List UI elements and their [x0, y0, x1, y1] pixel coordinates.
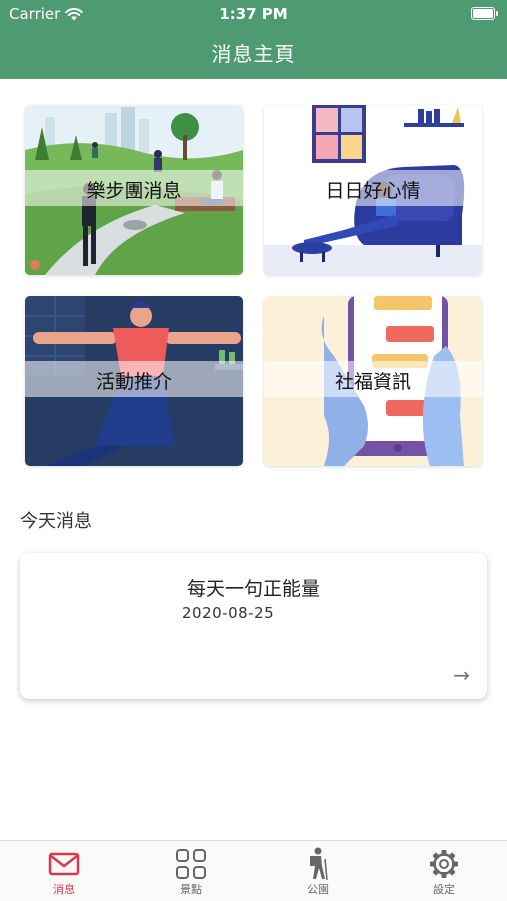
battery-icon — [471, 7, 498, 20]
news-date: 2020-08-25 — [182, 604, 275, 622]
tab-attractions[interactable]: 景點 — [151, 847, 231, 897]
card-social-welfare-info[interactable]: 社福資訊 — [264, 296, 482, 466]
status-time: 1:37 PM — [219, 5, 288, 23]
card-label: 社福資訊 — [334, 371, 411, 393]
card-label: 活動推介 — [95, 371, 172, 393]
arrow-right-icon[interactable]: → — [453, 663, 470, 687]
page-title: 消息主頁 — [211, 42, 296, 66]
mail-icon — [48, 852, 80, 876]
tab-messages[interactable]: 消息 — [24, 847, 104, 897]
card-walking-group-news[interactable]: 樂步團消息 — [25, 105, 243, 275]
status-bar: Carrier 1:37 PM — [0, 0, 507, 28]
tab-label: 景點 — [180, 883, 202, 896]
app-header: Carrier 1:37 PM 消息主頁 — [0, 0, 507, 79]
tab-parks[interactable]: 公園 — [278, 847, 358, 897]
news-title: 每天一句正能量 — [186, 578, 320, 600]
section-title-today: 今天消息 — [20, 511, 92, 532]
card-daily-mood[interactable]: 日日好心情 — [264, 105, 482, 275]
card-activity-recommendations[interactable]: 活動推介 — [25, 296, 243, 466]
card-label: 日日好心情 — [325, 180, 421, 202]
card-label: 樂步團消息 — [86, 180, 182, 202]
hiker-icon — [310, 847, 328, 881]
tab-label: 消息 — [53, 883, 75, 896]
gear-icon — [430, 850, 458, 878]
grid-icon — [176, 849, 206, 879]
tab-settings[interactable]: 設定 — [404, 847, 484, 897]
tab-bar: 消息 景點 公園 設定 — [0, 840, 507, 901]
tab-label: 公園 — [307, 883, 329, 896]
tab-label: 設定 — [433, 883, 455, 896]
news-card[interactable]: 每天一句正能量 2020-08-25 → — [20, 553, 487, 699]
